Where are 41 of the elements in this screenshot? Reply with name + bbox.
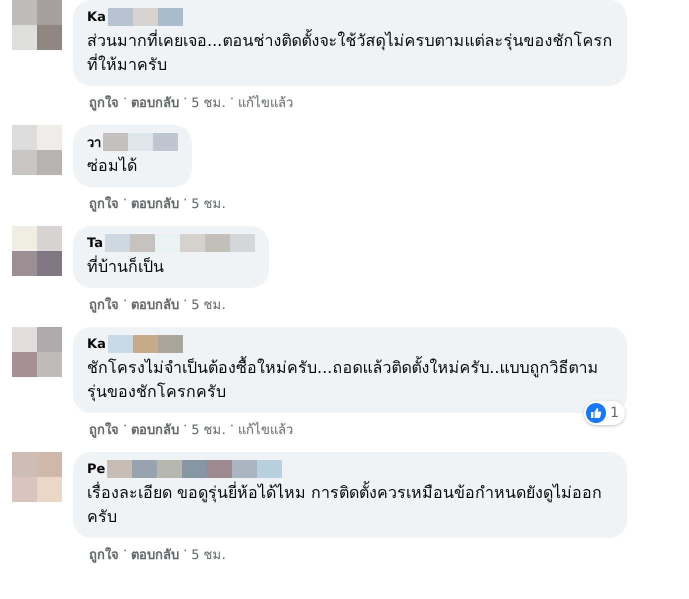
like-link[interactable]: ถูกใจ	[89, 294, 119, 315]
comment-text: ที่บ้านก็เป็น	[87, 255, 165, 278]
author-name[interactable]: วา	[87, 132, 101, 152]
author-name[interactable]: Ta	[87, 236, 103, 250]
separator-dot: ·	[123, 544, 128, 561]
timestamp[interactable]: 5 ชม.	[191, 92, 226, 113]
comment-text: ซ่อมได้	[87, 155, 138, 177]
like-link[interactable]: ถูกใจ	[89, 193, 119, 214]
like-link[interactable]: ถูกใจ	[89, 92, 119, 113]
author-name[interactable]: Ka	[87, 336, 106, 352]
separator-dot: ·	[183, 193, 188, 210]
separator-dot: ·	[123, 193, 128, 210]
timestamp[interactable]: 5 ชม.	[191, 193, 226, 214]
author-name[interactable]: Ka	[87, 10, 106, 24]
like-link[interactable]: ถูกใจ	[89, 419, 119, 440]
separator-dot: ·	[230, 419, 234, 436]
edited-label: แก้ไขแล้ว	[238, 94, 293, 113]
edited-label: แก้ไขแล้ว	[238, 421, 293, 440]
separator-dot: ·	[123, 294, 128, 311]
comment-text: ส่วนมากที่เคยเจอ...ตอนช่างติดตั้งจะใช้วัสดุไม่ครบตามแต่ละรุ่นของชักโครกที่ให้มาครับ	[87, 29, 613, 76]
reply-link[interactable]: ตอบกลับ	[131, 544, 180, 565]
reply-link[interactable]: ตอบกลับ	[131, 92, 180, 113]
separator-dot: ·	[123, 419, 128, 436]
reaction-badge[interactable]: 1	[584, 401, 625, 425]
timestamp[interactable]: 5 ชม.	[191, 544, 226, 565]
separator-dot: ·	[183, 92, 188, 109]
timestamp[interactable]: 5 ชม.	[191, 294, 226, 315]
like-link[interactable]: ถูกใจ	[89, 544, 119, 565]
separator-dot: ·	[183, 294, 188, 311]
thumbs-up-icon	[586, 403, 606, 423]
comment-text: ชักโครงไม่จำเป็นต้องซื้อใหม่ครับ...ถอดแล้วติดตั้งใหม่ครับ..แบบถูกวิธีตามรุ่นของชักโครกครับ	[87, 356, 600, 404]
reply-link[interactable]: ตอบกลับ	[131, 294, 180, 315]
separator-dot: ·	[123, 92, 128, 109]
reply-link[interactable]: ตอบกลับ	[131, 419, 180, 440]
comment-text: เรื่องละเอียด ขอดูรุ่นยี่ห้อได้ไหม การติดตั้งควรเหมือนข้อกำหนดยังดูไม่ออกครับ	[87, 481, 604, 528]
separator-dot: ·	[183, 544, 188, 561]
author-name[interactable]: Pe	[87, 462, 106, 476]
timestamp[interactable]: 5 ชม.	[191, 419, 226, 440]
separator-dot: ·	[183, 419, 188, 436]
reply-link[interactable]: ตอบกลับ	[131, 193, 180, 214]
separator-dot: ·	[230, 92, 234, 109]
